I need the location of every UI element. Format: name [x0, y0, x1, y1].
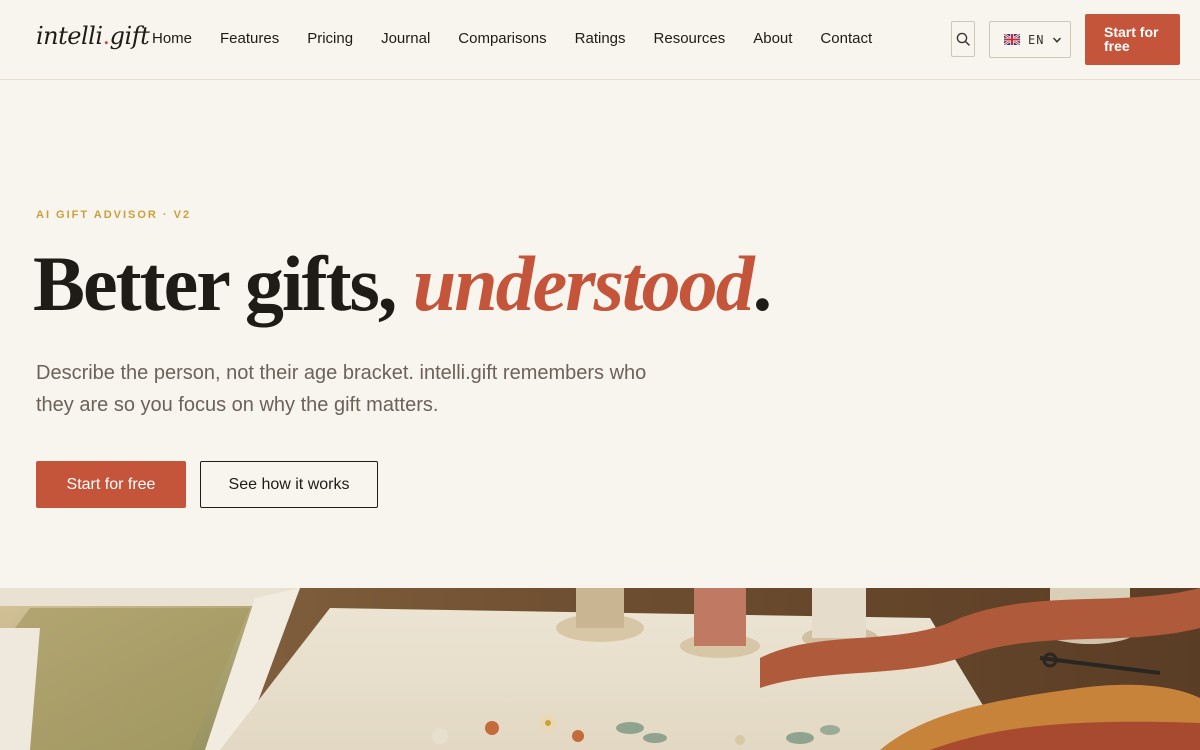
hero-headline: Better gifts, understood. [33, 238, 772, 330]
nav-item-about[interactable]: About [753, 29, 792, 49]
uk-flag-icon [1004, 34, 1020, 45]
header-start-button[interactable]: Start for free [1085, 14, 1180, 65]
headline-plain: Better gifts, [33, 240, 413, 327]
nav-item-features[interactable]: Features [220, 29, 279, 49]
language-code: EN [1028, 32, 1045, 47]
logo[interactable]: intelli.gift [36, 22, 150, 50]
see-how-button[interactable]: See how it works [200, 461, 378, 508]
logo-text-part1: intelli [36, 22, 103, 50]
logo-text-part2: gift [109, 22, 150, 50]
search-button[interactable] [951, 21, 975, 57]
site-header: intelli.gift Home Features Pricing Journ… [0, 0, 1200, 80]
nav-item-journal[interactable]: Journal [381, 29, 430, 49]
nav-item-resources[interactable]: Resources [654, 29, 726, 49]
headline-end: . [752, 240, 772, 327]
main-nav: Home Features Pricing Journal Comparison… [152, 29, 872, 49]
nav-item-pricing[interactable]: Pricing [307, 29, 353, 49]
chevron-down-icon [1052, 37, 1062, 43]
hero-photo-illustration [0, 588, 1200, 750]
search-icon [956, 32, 970, 46]
nav-item-contact[interactable]: Contact [820, 29, 872, 49]
hero-subcopy: Describe the person, not their age brack… [36, 362, 647, 416]
language-select[interactable]: EN [989, 21, 1071, 58]
nav-item-home[interactable]: Home [152, 29, 192, 49]
hero-eyebrow: AI GIFT ADVISOR · V2 [36, 209, 192, 221]
start-free-button[interactable]: Start for free [36, 461, 186, 508]
nav-item-comparisons[interactable]: Comparisons [458, 29, 546, 49]
logo-dot: . [102, 22, 111, 50]
hero-photo [0, 588, 1200, 750]
nav-item-ratings[interactable]: Ratings [575, 29, 626, 49]
headline-accent: understood [412, 240, 755, 327]
